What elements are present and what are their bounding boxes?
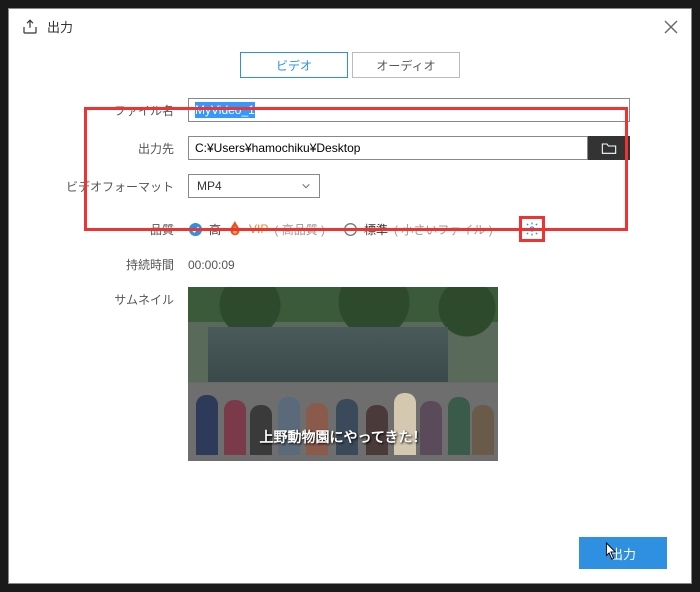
filename-value: MyVideo_1 <box>195 102 255 118</box>
filename-input[interactable]: MyVideo_1 <box>188 98 630 122</box>
duration-value: 00:00:09 <box>188 258 235 272</box>
label-filename: ファイル名 <box>33 102 188 119</box>
thumbnail-subtitle: 上野動物園にやってきた！ <box>188 427 498 447</box>
thumbnail-preview: 上野動物園にやってきた！ <box>188 287 498 461</box>
footer: 出力 <box>579 537 667 569</box>
form: ファイル名 MyVideo_1 出力先 C:¥Users¥hamochiku¥D… <box>9 98 691 461</box>
format-value: MP4 <box>197 179 222 193</box>
export-dialog: 出力 ビデオ オーディオ ファイル名 MyVideo_1 出力先 C:¥User… <box>8 8 692 584</box>
folder-icon <box>601 141 617 155</box>
quality-std-label: 標準 <box>364 221 388 238</box>
label-output-to: 出力先 <box>33 140 188 157</box>
row-output-path: 出力先 C:¥Users¥hamochiku¥Desktop <box>33 136 667 160</box>
label-quality: 品質 <box>33 221 188 238</box>
format-select[interactable]: MP4 <box>188 174 320 198</box>
dialog-title: 出力 <box>47 17 663 36</box>
tab-audio[interactable]: オーディオ <box>352 52 460 78</box>
label-format: ビデオフォーマット <box>33 178 188 195</box>
close-icon[interactable] <box>663 19 679 35</box>
export-icon <box>21 18 39 36</box>
gear-icon <box>524 221 540 237</box>
row-thumbnail: サムネイル <box>33 287 667 461</box>
row-filename: ファイル名 MyVideo_1 <box>33 98 667 122</box>
output-path-value: C:¥Users¥hamochiku¥Desktop <box>195 141 360 155</box>
radio-unchecked-icon <box>343 222 358 237</box>
tabs: ビデオ オーディオ <box>9 52 691 78</box>
label-thumbnail: サムネイル <box>33 287 188 308</box>
titlebar: 出力 <box>9 9 691 44</box>
output-button[interactable]: 出力 <box>579 537 667 569</box>
browse-folder-button[interactable] <box>588 136 630 160</box>
flame-icon <box>227 220 243 238</box>
cursor-icon <box>601 541 619 563</box>
quality-radio-high[interactable]: 高 VIP ( 高品質 ) <box>188 220 325 238</box>
label-duration: 持続時間 <box>33 256 188 273</box>
quality-high-label: 高 <box>209 221 221 238</box>
radio-checked-icon <box>188 222 203 237</box>
quality-std-note: ( 小さいファイル ) <box>394 221 493 238</box>
tab-video[interactable]: ビデオ <box>240 52 348 78</box>
quality-settings-button[interactable] <box>519 216 545 242</box>
output-path-input[interactable]: C:¥Users¥hamochiku¥Desktop <box>188 136 588 160</box>
chevron-down-icon <box>301 181 311 191</box>
vip-label: VIP <box>249 222 268 236</box>
row-quality: 品質 高 VIP ( 高品質 ) 標準 ( 小さいファイル ) <box>33 216 667 242</box>
row-duration: 持続時間 00:00:09 <box>33 256 667 273</box>
row-format: ビデオフォーマット MP4 <box>33 174 667 198</box>
quality-high-note: ( 高品質 ) <box>274 221 325 238</box>
quality-radio-standard[interactable]: 標準 ( 小さいファイル ) <box>343 221 493 238</box>
